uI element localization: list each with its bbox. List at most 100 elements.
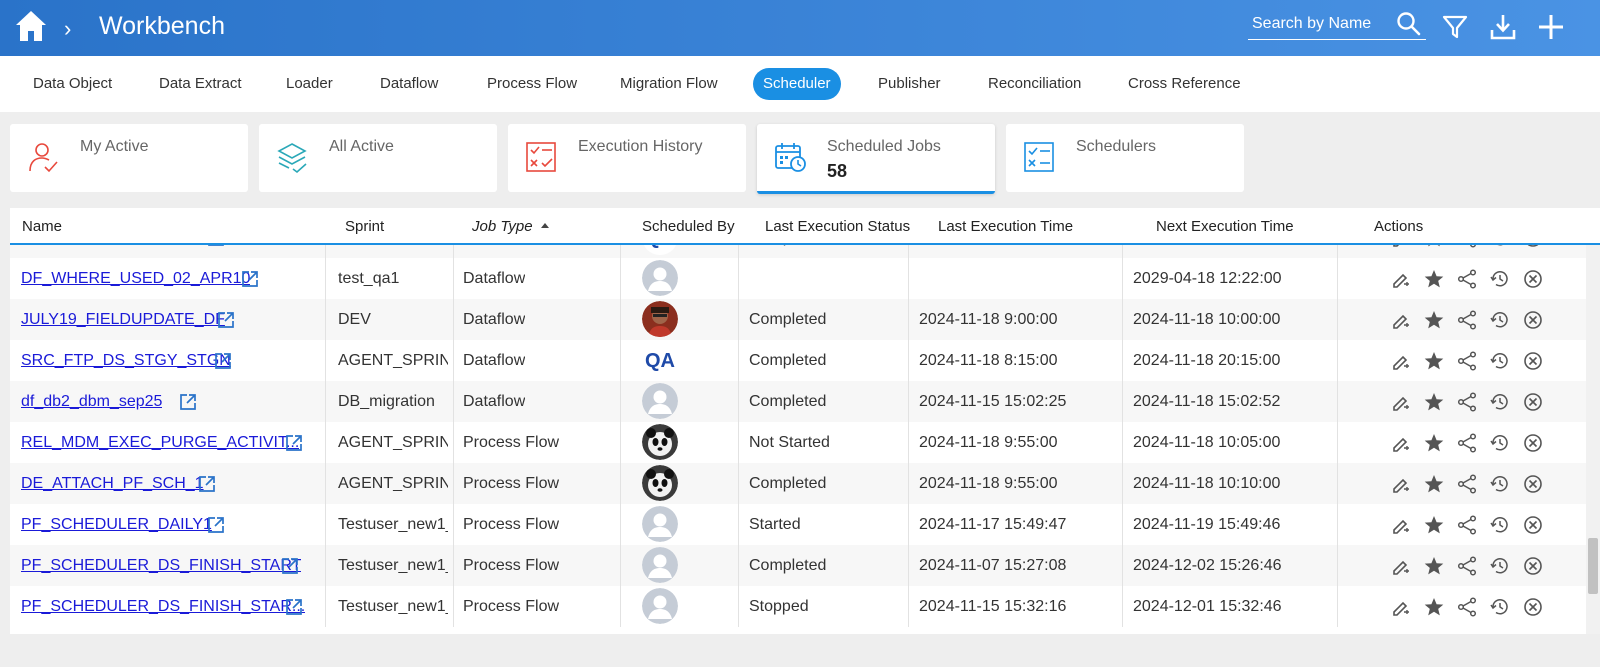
tab-data-extract[interactable]: Data Extract bbox=[149, 68, 252, 100]
history-icon[interactable] bbox=[1489, 309, 1511, 331]
card-label: My Active bbox=[80, 138, 149, 155]
edit-icon[interactable] bbox=[1390, 555, 1412, 577]
star-icon[interactable] bbox=[1423, 309, 1445, 331]
star-icon[interactable] bbox=[1423, 596, 1445, 618]
tab-migration-flow[interactable]: Migration Flow bbox=[610, 68, 728, 100]
table-row: PF_SCHEDULER_DS_FINISH_STAR... Testuser_n… bbox=[10, 586, 1586, 627]
cancel-icon[interactable] bbox=[1522, 555, 1544, 577]
cancel-icon[interactable] bbox=[1522, 596, 1544, 618]
card-all-active[interactable]: All Active bbox=[259, 124, 497, 192]
history-icon[interactable] bbox=[1489, 596, 1511, 618]
tab-publisher[interactable]: Publisher bbox=[868, 68, 951, 100]
card-label: Execution History bbox=[578, 138, 703, 155]
edit-icon[interactable] bbox=[1390, 473, 1412, 495]
job-name-link[interactable]: PF_SCHEDULER_DAILY1 bbox=[21, 516, 212, 533]
column-header-name[interactable]: Name bbox=[22, 218, 62, 235]
job-name-link[interactable]: PF_SCHEDULER_DS_FINISH_START bbox=[21, 557, 301, 574]
star-icon[interactable] bbox=[1423, 432, 1445, 454]
star-icon[interactable] bbox=[1423, 555, 1445, 577]
column-header-next-time[interactable]: Next Execution Time bbox=[1156, 218, 1294, 235]
history-icon[interactable] bbox=[1489, 268, 1511, 290]
tab-scheduler[interactable]: Scheduler bbox=[753, 68, 841, 100]
search-icon[interactable] bbox=[1396, 11, 1422, 37]
job-name-link[interactable]: PF_SCHEDULER_DS_FINISH_STAR... bbox=[21, 598, 305, 615]
share-icon[interactable] bbox=[1456, 350, 1478, 372]
share-icon[interactable] bbox=[1456, 514, 1478, 536]
column-header-sprint[interactable]: Sprint bbox=[345, 218, 384, 235]
card-execution-history[interactable]: Execution History bbox=[508, 124, 746, 192]
column-header-scheduled-by[interactable]: Scheduled By bbox=[642, 218, 735, 235]
job-name-link[interactable]: DF_WHERE_USED_02_APR10 bbox=[21, 270, 250, 287]
cancel-icon[interactable] bbox=[1522, 268, 1544, 290]
open-external-icon[interactable] bbox=[240, 269, 260, 289]
job-name-link[interactable]: JULY19_FIELDUPDATE_DF bbox=[21, 311, 225, 328]
column-header-job-type[interactable]: Job Type bbox=[472, 218, 549, 235]
tab-dataflow[interactable]: Dataflow bbox=[370, 68, 448, 100]
star-icon[interactable] bbox=[1423, 268, 1445, 290]
history-icon[interactable] bbox=[1489, 432, 1511, 454]
edit-icon[interactable] bbox=[1390, 391, 1412, 413]
tab-loader[interactable]: Loader bbox=[276, 68, 343, 100]
share-icon[interactable] bbox=[1456, 596, 1478, 618]
cancel-icon[interactable] bbox=[1522, 350, 1544, 372]
card-schedulers[interactable]: Schedulers bbox=[1006, 124, 1244, 192]
edit-icon[interactable] bbox=[1390, 350, 1412, 372]
history-icon[interactable] bbox=[1489, 514, 1511, 536]
open-external-icon[interactable] bbox=[216, 310, 236, 330]
card-scheduled-jobs[interactable]: Scheduled Jobs 58 bbox=[757, 124, 995, 194]
job-name-link[interactable]: REL_MDM_EXEC_PURGE_ACTIVIT... bbox=[21, 434, 299, 451]
open-external-icon[interactable] bbox=[280, 556, 300, 576]
open-external-icon[interactable] bbox=[284, 597, 304, 617]
cancel-icon[interactable] bbox=[1522, 391, 1544, 413]
share-icon[interactable] bbox=[1456, 309, 1478, 331]
column-header-last-status[interactable]: Last Execution Status bbox=[765, 218, 910, 235]
open-external-icon[interactable] bbox=[284, 433, 304, 453]
star-icon[interactable] bbox=[1423, 350, 1445, 372]
cancel-icon[interactable] bbox=[1522, 514, 1544, 536]
edit-icon[interactable] bbox=[1390, 268, 1412, 290]
add-icon[interactable] bbox=[1536, 12, 1566, 42]
download-icon[interactable] bbox=[1488, 12, 1518, 42]
edit-icon[interactable] bbox=[1390, 596, 1412, 618]
column-header-last-time[interactable]: Last Execution Time bbox=[938, 218, 1073, 235]
share-icon[interactable] bbox=[1456, 391, 1478, 413]
history-icon[interactable] bbox=[1489, 555, 1511, 577]
history-icon[interactable] bbox=[1489, 350, 1511, 372]
job-name-link[interactable]: DE_ATTACH_PF_SCH_1 bbox=[21, 475, 204, 492]
open-external-icon[interactable] bbox=[197, 474, 217, 494]
share-icon[interactable] bbox=[1456, 555, 1478, 577]
star-icon[interactable] bbox=[1423, 391, 1445, 413]
cancel-icon[interactable] bbox=[1522, 432, 1544, 454]
table-scrollbar[interactable] bbox=[1586, 245, 1600, 634]
column-divider bbox=[325, 381, 326, 422]
column-divider bbox=[1122, 340, 1123, 381]
open-external-icon[interactable] bbox=[178, 392, 198, 412]
edit-icon[interactable] bbox=[1390, 514, 1412, 536]
share-icon[interactable] bbox=[1456, 268, 1478, 290]
search-input[interactable] bbox=[1252, 12, 1392, 36]
job-name-link[interactable]: df_db2_dbm_sep25 bbox=[21, 393, 162, 410]
tab-process-flow[interactable]: Process Flow bbox=[477, 68, 587, 100]
job-name-link[interactable]: SRC_FTP_DS_STGY_STGN bbox=[21, 352, 231, 369]
open-external-icon[interactable] bbox=[206, 515, 226, 535]
tab-cross-reference[interactable]: Cross Reference bbox=[1118, 68, 1251, 100]
history-icon[interactable] bbox=[1489, 473, 1511, 495]
next-cell: 2024-11-18 10:00:00 bbox=[1133, 311, 1281, 328]
cancel-icon[interactable] bbox=[1522, 309, 1544, 331]
cancel-icon[interactable] bbox=[1522, 473, 1544, 495]
history-icon[interactable] bbox=[1489, 391, 1511, 413]
card-my-active[interactable]: My Active bbox=[10, 124, 248, 192]
home-icon[interactable] bbox=[14, 8, 48, 44]
star-icon[interactable] bbox=[1423, 473, 1445, 495]
edit-icon[interactable] bbox=[1390, 309, 1412, 331]
scrollbar-thumb[interactable] bbox=[1588, 538, 1598, 594]
tab-reconciliation[interactable]: Reconciliation bbox=[978, 68, 1091, 100]
type-cell: Dataflow bbox=[463, 393, 526, 410]
tab-data-object[interactable]: Data Object bbox=[23, 68, 122, 100]
filter-icon[interactable] bbox=[1440, 12, 1470, 42]
open-external-icon[interactable] bbox=[213, 351, 233, 371]
edit-icon[interactable] bbox=[1390, 432, 1412, 454]
share-icon[interactable] bbox=[1456, 473, 1478, 495]
star-icon[interactable] bbox=[1423, 514, 1445, 536]
share-icon[interactable] bbox=[1456, 432, 1478, 454]
